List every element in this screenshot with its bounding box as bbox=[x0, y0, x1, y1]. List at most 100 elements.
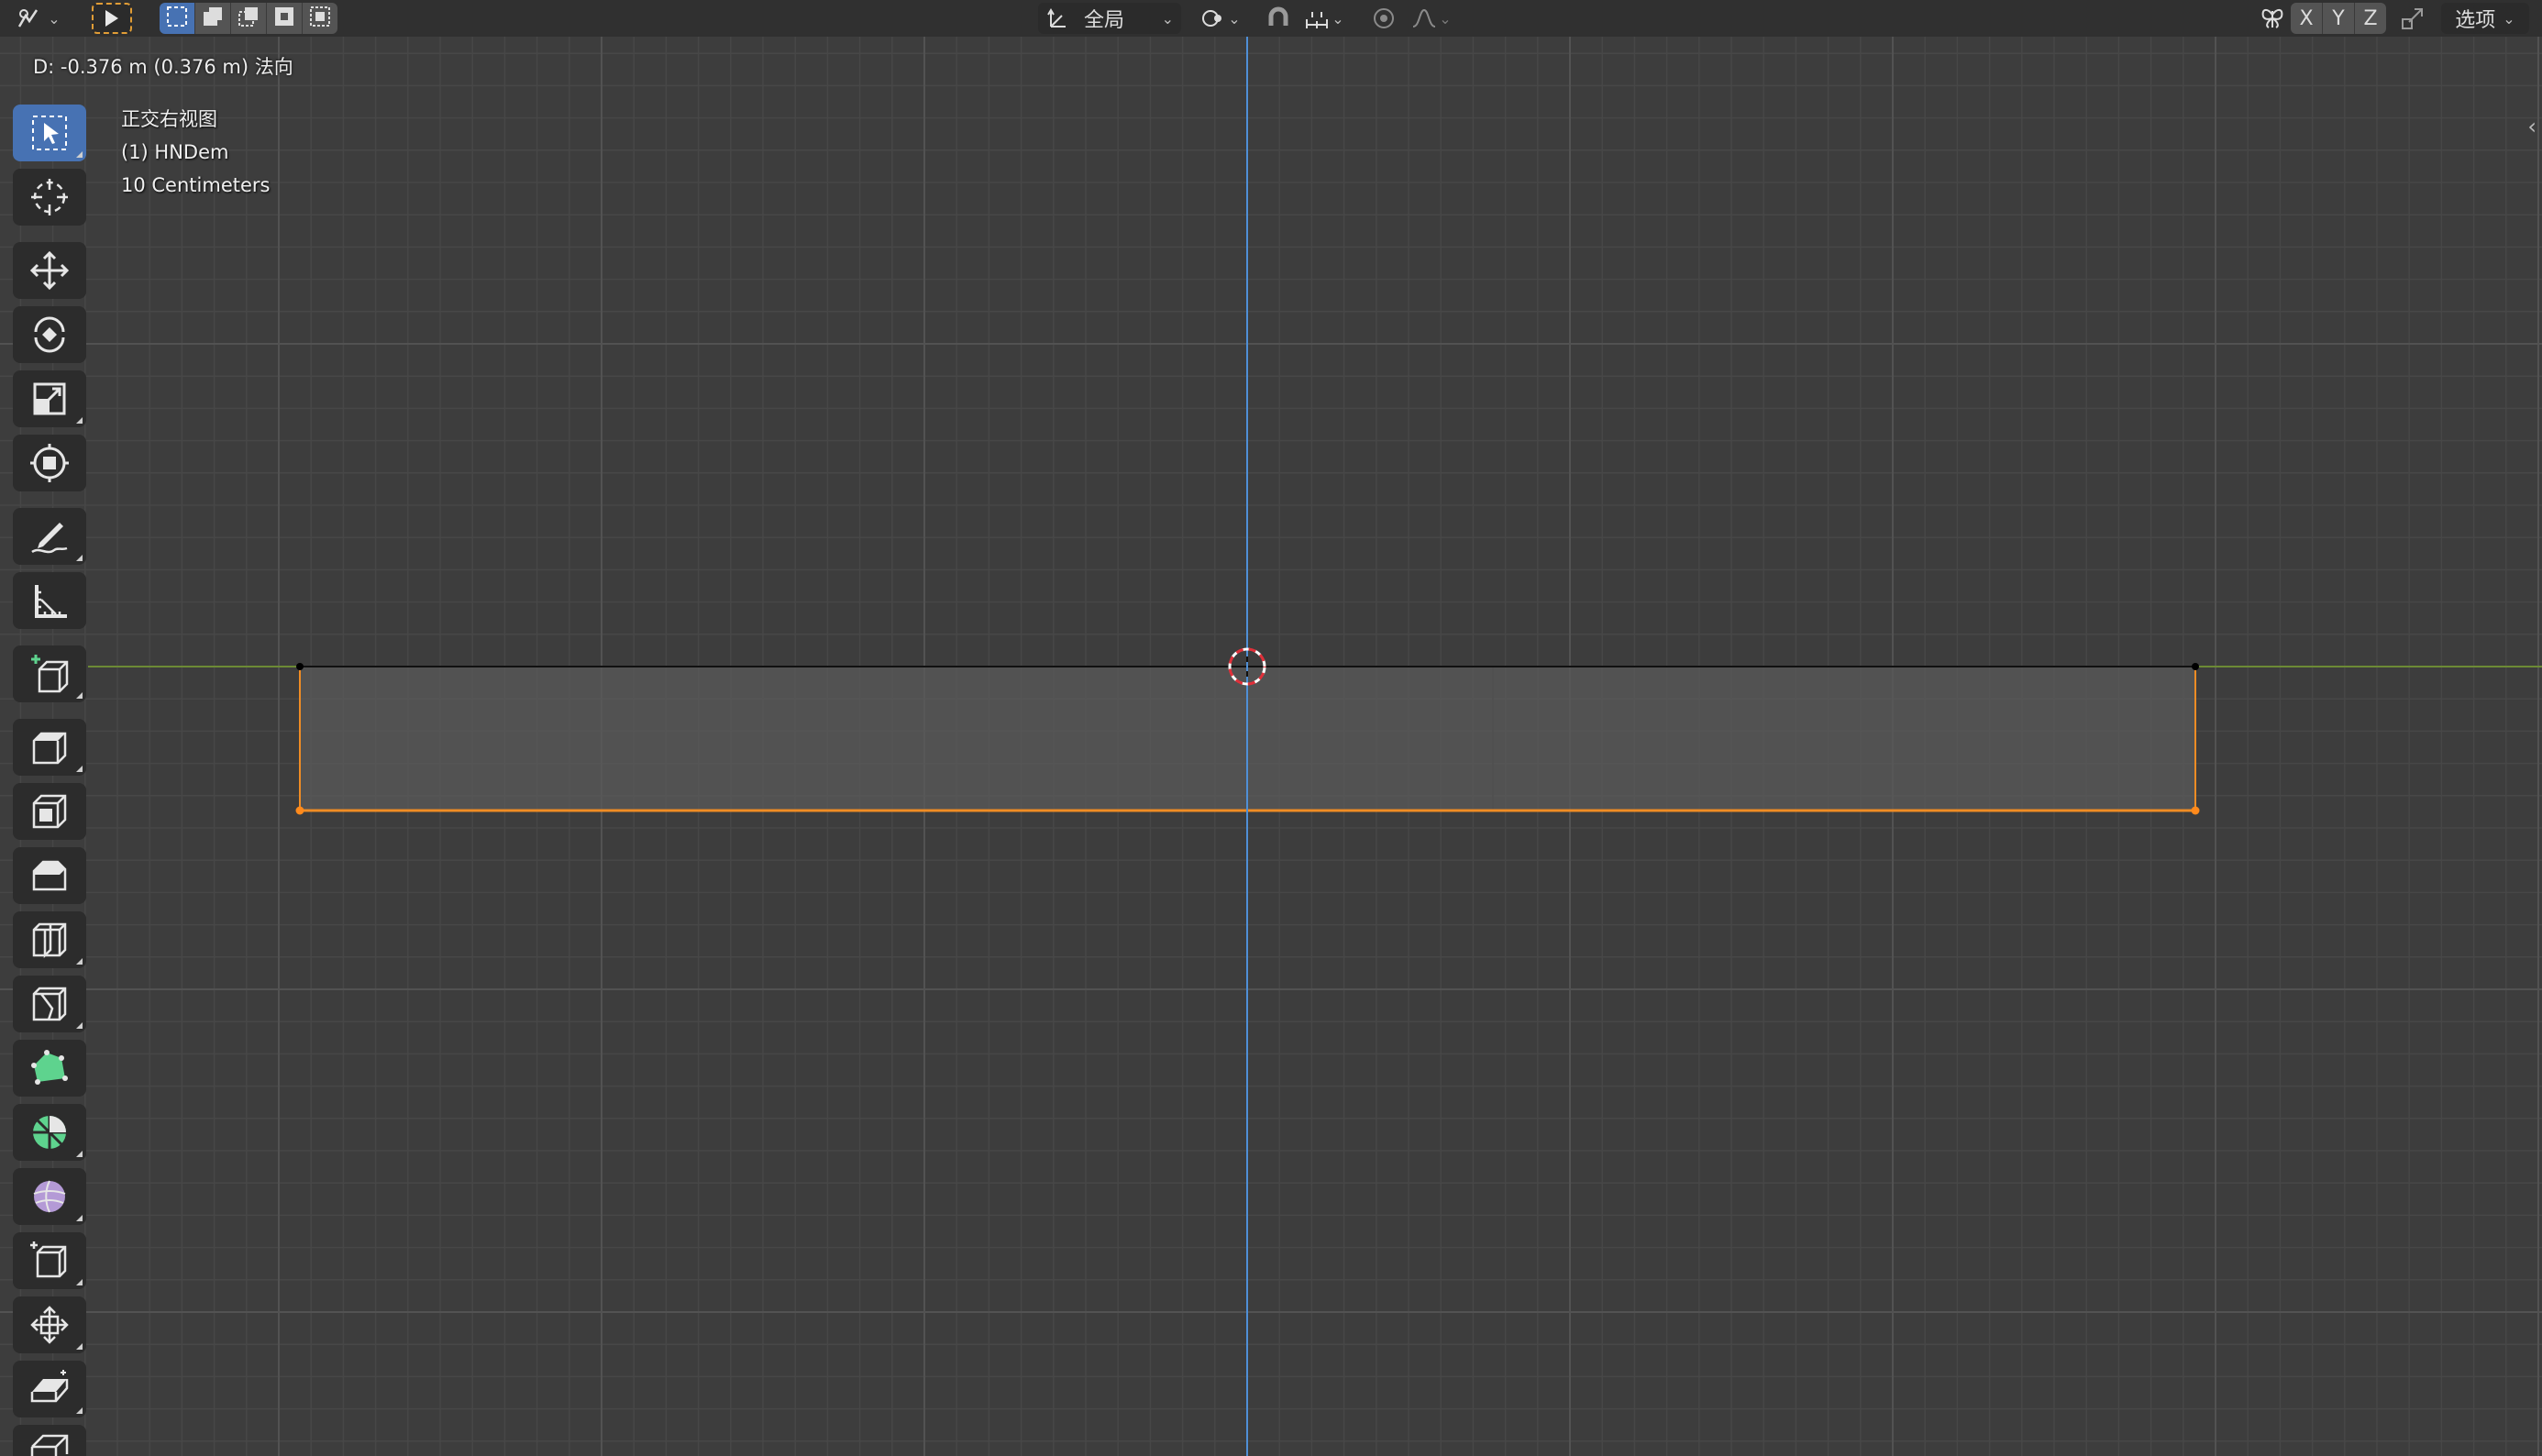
selection-mode-group bbox=[160, 3, 337, 34]
annotate-icon bbox=[28, 515, 71, 557]
shrink-fatten-icon bbox=[28, 1304, 71, 1346]
chevron-down-icon: ⌄ bbox=[1332, 9, 1344, 28]
tool-variants-indicator bbox=[76, 555, 83, 561]
tool-variants-indicator bbox=[76, 1407, 83, 1414]
tool-variants-indicator bbox=[76, 417, 83, 424]
auto-merge-icon bbox=[2400, 6, 2426, 31]
view-name-label: 正交右视图 bbox=[121, 108, 217, 130]
auto-merge-button[interactable] bbox=[2395, 3, 2430, 34]
viewport-canvas[interactable] bbox=[0, 0, 2542, 1456]
snap-increment-icon bbox=[1304, 6, 1330, 30]
chevron-down-icon: ⌄ bbox=[1161, 9, 1174, 28]
vertex-bottom-left[interactable] bbox=[295, 806, 304, 815]
extrude-region-icon bbox=[28, 726, 71, 768]
shear-tool[interactable] bbox=[13, 1361, 86, 1417]
vertex-top-right[interactable] bbox=[2192, 663, 2199, 670]
magnet-icon bbox=[1265, 6, 1291, 31]
select-extend-button[interactable] bbox=[195, 3, 231, 34]
knife-icon bbox=[28, 983, 71, 1025]
select-box-tool[interactable] bbox=[13, 105, 86, 161]
select-new-button[interactable] bbox=[160, 3, 195, 34]
options-label: 选项 bbox=[2455, 9, 2496, 32]
tool-variants-indicator bbox=[76, 1215, 83, 1221]
transform-icon bbox=[28, 442, 71, 484]
rotate-tool[interactable] bbox=[13, 306, 86, 363]
tool-variants-indicator bbox=[76, 766, 83, 772]
loop-cut-icon bbox=[28, 919, 71, 961]
bevel-tool[interactable] bbox=[13, 847, 86, 904]
snap-target-dropdown[interactable]: ⌄ bbox=[1297, 3, 1352, 34]
blender-3d-viewport[interactable]: ⌄ 全局 ⌄ ⌄ ⌄ ⌄ X Y Z 选项 ⌄ D: -0.376 m (0.3… bbox=[0, 0, 2542, 1456]
measure-tool[interactable] bbox=[13, 572, 86, 629]
bevel-icon bbox=[28, 855, 71, 897]
poly-build-tool[interactable] bbox=[13, 1040, 86, 1097]
pivot-point-dropdown[interactable]: ⌄ bbox=[1194, 3, 1247, 34]
falloff-curve-icon bbox=[1411, 6, 1437, 30]
transform-orientation-dropdown[interactable]: 全局 ⌄ bbox=[1038, 3, 1181, 34]
cursor-tool[interactable] bbox=[13, 169, 86, 226]
knife-tool[interactable] bbox=[13, 976, 86, 1032]
select-box-icon bbox=[28, 112, 71, 154]
edge-slide-tool[interactable] bbox=[13, 1232, 86, 1289]
mesh-symmetry-button[interactable] bbox=[2258, 3, 2287, 34]
smooth-icon bbox=[28, 1175, 71, 1218]
move-tool[interactable] bbox=[13, 242, 86, 299]
shear-icon bbox=[28, 1368, 71, 1410]
editor-type-icon bbox=[17, 6, 40, 30]
rip-region-tool[interactable] bbox=[13, 1425, 86, 1456]
select-intersect-icon bbox=[308, 5, 332, 32]
viewport-info-overlay: 正交右视图 (1) HNDem 10 Centimeters bbox=[121, 103, 270, 202]
shrink-fatten-tool[interactable] bbox=[13, 1296, 86, 1353]
select-new-icon bbox=[165, 5, 189, 32]
viewport-header: ⌄ 全局 ⌄ ⌄ ⌄ ⌄ X Y Z 选项 ⌄ bbox=[0, 0, 2542, 37]
inset-faces-icon bbox=[28, 790, 71, 833]
spin-icon bbox=[28, 1111, 71, 1153]
tool-variants-indicator bbox=[76, 692, 83, 699]
select-intersect-button[interactable] bbox=[303, 3, 337, 34]
vertex-top-left[interactable] bbox=[296, 663, 304, 670]
tool-variants-indicator bbox=[76, 1279, 83, 1285]
orientation-label: 全局 bbox=[1084, 9, 1125, 32]
extrude-region-tool[interactable] bbox=[13, 719, 86, 776]
add-cube-icon bbox=[28, 653, 71, 695]
chevron-down-icon: ⌄ bbox=[48, 9, 61, 28]
scale-tool[interactable] bbox=[13, 370, 86, 427]
mirror-y-button[interactable]: Y bbox=[2323, 3, 2355, 34]
vertex-bottom-right[interactable] bbox=[2191, 806, 2200, 815]
sidebar-toggle-icon[interactable]: ‹ bbox=[2527, 114, 2536, 139]
snap-toggle-button[interactable] bbox=[1260, 3, 1297, 34]
select-subtract-button[interactable] bbox=[231, 3, 267, 34]
falloff-dropdown[interactable]: ⌄ bbox=[1405, 3, 1458, 34]
chevron-down-icon: ⌄ bbox=[1439, 9, 1452, 28]
cursor-icon bbox=[28, 176, 71, 218]
poly-build-icon bbox=[28, 1047, 71, 1089]
transform-tool[interactable] bbox=[13, 435, 86, 491]
object-name-label: (1) HNDem bbox=[121, 141, 229, 163]
scale-icon bbox=[28, 378, 71, 420]
tweak-select-button[interactable] bbox=[92, 3, 132, 34]
annotate-tool[interactable] bbox=[13, 508, 86, 565]
mirror-z-button[interactable]: Z bbox=[2355, 3, 2386, 34]
select-extend-icon bbox=[201, 5, 225, 32]
orientation-icon bbox=[1047, 6, 1071, 30]
editor-type-button[interactable]: ⌄ bbox=[9, 3, 68, 34]
mirror-x-button[interactable]: X bbox=[2291, 3, 2323, 34]
mirror-axis-group: X Y Z bbox=[2291, 3, 2386, 34]
rip-region-icon bbox=[28, 1427, 71, 1456]
select-invert-button[interactable] bbox=[267, 3, 303, 34]
tool-variants-indicator bbox=[76, 151, 83, 158]
loop-cut-tool[interactable] bbox=[13, 911, 86, 968]
proportional-editing-button[interactable] bbox=[1366, 3, 1401, 34]
select-invert-icon bbox=[272, 5, 296, 32]
smooth-tool[interactable] bbox=[13, 1168, 86, 1225]
chevron-down-icon: ⌄ bbox=[1228, 9, 1241, 28]
inset-faces-tool[interactable] bbox=[13, 783, 86, 840]
spin-tool[interactable] bbox=[13, 1104, 86, 1161]
options-dropdown[interactable]: 选项 ⌄ bbox=[2441, 3, 2529, 34]
operator-status-text: D: -0.376 m (0.376 m) 法向 bbox=[33, 56, 293, 78]
butterfly-icon bbox=[2259, 6, 2286, 31]
add-cube-tool[interactable] bbox=[13, 645, 86, 702]
grid-scale-label: 10 Centimeters bbox=[121, 174, 271, 196]
edge-slide-icon bbox=[28, 1240, 71, 1282]
tool-variants-indicator bbox=[76, 1151, 83, 1157]
